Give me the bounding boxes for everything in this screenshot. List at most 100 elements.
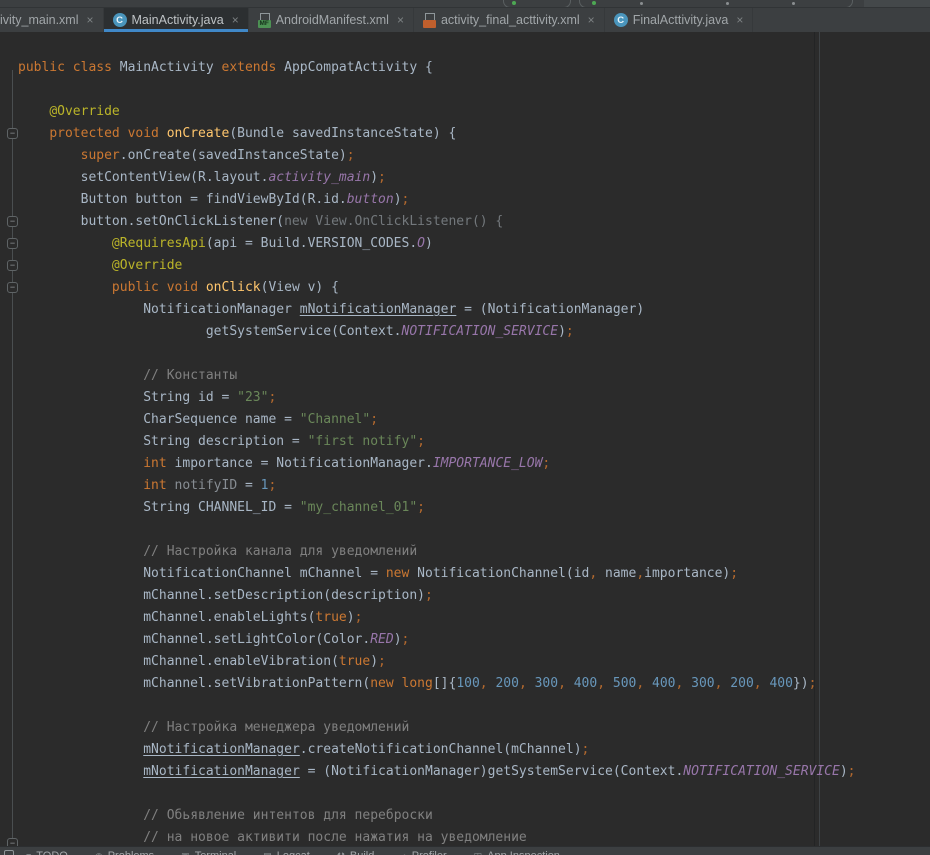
code-line: public class MainActivity extends AppCom…	[18, 57, 856, 79]
tab-bar: ivity_main.xml × C MainActivity.java × MF Andr…	[0, 8, 930, 32]
code-line	[18, 79, 856, 101]
fold-marker-icon[interactable]: −	[7, 216, 18, 227]
toolwindow-label: Profiler	[412, 850, 447, 855]
code-line: String id = "23";	[18, 387, 856, 409]
java-class-icon: C	[614, 13, 628, 27]
code-line: NotificationChannel mChannel = new Notif…	[18, 563, 856, 585]
code-line: Button button = findViewById(R.id.button…	[18, 189, 856, 211]
tab-label: AndroidManifest.xml	[276, 13, 389, 27]
code-line: String description = "first notify";	[18, 431, 856, 453]
fold-marker-icon[interactable]: −	[7, 260, 18, 271]
editor-tab-3[interactable]: MF AndroidManifest.xml ×	[249, 8, 414, 32]
fold-marker-icon[interactable]: −	[7, 282, 18, 293]
code-line: // Обьявление интентов для переброски	[18, 805, 856, 827]
bottom-bar-items: ≡ TODO ◉ Problems ▣ Terminal ▤ Logcat ⚒ Build ◔ Pro…	[0, 847, 930, 855]
code-line: @Override	[18, 101, 856, 123]
code-line: CharSequence name = "Channel";	[18, 409, 856, 431]
code-line: mChannel.setVibrationPattern(new long[]{…	[18, 673, 856, 695]
code-line: getSystemService(Context.NOTIFICATION_SE…	[18, 321, 856, 343]
code-line: // Настройка канала для уведомлений	[18, 541, 856, 563]
close-tab-icon[interactable]: ×	[232, 13, 239, 27]
fold-marker-icon[interactable]: −	[7, 128, 18, 139]
code-line	[18, 695, 856, 717]
code-line: NotificationManager mNotificationManager…	[18, 299, 856, 321]
tab-label: ivity_main.xml	[0, 13, 79, 27]
run-status-dot-icon	[592, 1, 596, 5]
run-status-dot-icon	[512, 1, 516, 5]
code-line: // Настройка менеджера уведомлений	[18, 717, 856, 739]
code-line: public void onClick(View v) {	[18, 277, 856, 299]
close-tab-icon[interactable]: ×	[736, 13, 743, 27]
code-line: super.onCreate(savedInstanceState);	[18, 145, 856, 167]
code-line: setContentView(R.layout.activity_main);	[18, 167, 856, 189]
tab-label: FinalActtivity.java	[633, 13, 729, 27]
code-line: mChannel.enableLights(true);	[18, 607, 856, 629]
code-line	[18, 783, 856, 805]
editor-tab-5[interactable]: C FinalActtivity.java ×	[605, 8, 754, 32]
app-inspection-icon: ◫	[474, 851, 483, 855]
toolwindow-button-logcat[interactable]: ▤ Logcat	[263, 850, 310, 855]
toolbar-dot-icon	[640, 2, 643, 5]
fold-marker-icon[interactable]: −	[7, 838, 18, 846]
close-tab-icon[interactable]: ×	[397, 13, 404, 27]
code-line: protected void onCreate(Bundle savedInst…	[18, 123, 856, 145]
toolwindow-label: Terminal	[195, 850, 237, 855]
close-tab-icon[interactable]: ×	[87, 13, 94, 27]
code-line: int importance = NotificationManager.IMP…	[18, 453, 856, 475]
editor-pane[interactable]: public class MainActivity extends AppCom…	[0, 32, 930, 846]
toolwindow-button-app-inspection[interactable]: ◫ App Inspection	[474, 850, 560, 855]
code-line: mChannel.enableVibration(true);	[18, 651, 856, 673]
toolwindow-button-terminal[interactable]: ▣ Terminal	[181, 850, 236, 855]
close-tab-icon[interactable]: ×	[588, 13, 595, 27]
code-line: @Override	[18, 255, 856, 277]
android-manifest-icon: MF	[258, 13, 271, 28]
toolwindow-label: TODO	[36, 850, 68, 855]
code-line: // на новое активити после нажатия на ув…	[18, 827, 856, 846]
code-line	[18, 519, 856, 541]
toolwindow-label: Logcat	[277, 850, 310, 855]
code-line	[18, 343, 856, 365]
editor-tab-1[interactable]: ivity_main.xml ×	[0, 8, 104, 32]
code-line: mChannel.setLightColor(Color.RED);	[18, 629, 856, 651]
toolbar-dot-icon	[792, 2, 795, 5]
gutter-fold-line	[12, 70, 13, 846]
main-toolbar	[0, 0, 930, 8]
layout-xml-icon	[423, 13, 436, 28]
problems-icon: ◉	[95, 851, 103, 855]
todo-icon: ≡	[26, 851, 31, 855]
code-line: mNotificationManager = (NotificationMana…	[18, 761, 856, 783]
toolwindow-button-todo[interactable]: ≡ TODO	[26, 850, 68, 855]
terminal-icon: ▣	[181, 851, 190, 855]
toolwindow-label: App Inspection	[487, 850, 560, 855]
logcat-icon: ▤	[263, 851, 272, 855]
toolbar-right-area	[864, 0, 930, 7]
tab-label: MainActivity.java	[132, 13, 224, 27]
code-line: mNotificationManager.createNotificationC…	[18, 739, 856, 761]
toolwindow-button-problems[interactable]: ◉ Problems	[95, 850, 154, 855]
code-line: // Константы	[18, 365, 856, 387]
fold-marker-icon[interactable]: −	[7, 238, 18, 249]
toolwindow-label: Build	[350, 850, 374, 855]
toolwindow-label: Problems	[108, 850, 154, 855]
editor-tab-2[interactable]: C MainActivity.java ×	[104, 8, 249, 32]
device-selector-button[interactable]	[503, 0, 571, 8]
run-configuration-button[interactable]	[579, 0, 853, 8]
code-line: mChannel.setDescription(description);	[18, 585, 856, 607]
toolwindow-button-build[interactable]: ⚒ Build	[337, 850, 375, 855]
code-line: @RequiresApi(api = Build.VERSION_CODES.O…	[18, 233, 856, 255]
profiler-icon: ◔	[401, 851, 406, 855]
tab-label: activity_final_acttivity.xml	[441, 13, 580, 27]
build-icon: ⚒	[337, 851, 345, 855]
manifest-badge-icon: MF	[258, 20, 271, 28]
toolbar-dot-icon	[726, 2, 729, 5]
editor-tab-4[interactable]: activity_final_acttivity.xml ×	[414, 8, 605, 32]
toolwindow-button-profiler[interactable]: ◔ Profiler	[401, 850, 446, 855]
code-line: String CHANNEL_ID = "my_channel_01";	[18, 497, 856, 519]
bottom-tool-window-bar: ≡ TODO ◉ Problems ▣ Terminal ▤ Logcat ⚒ Build ◔ Pro…	[0, 846, 930, 855]
code-line: int notifyID = 1;	[18, 475, 856, 497]
layout-badge-icon	[423, 20, 436, 28]
code-area[interactable]: public class MainActivity extends AppCom…	[18, 57, 856, 846]
code-line: button.setOnClickListener(new View.OnCli…	[18, 211, 856, 233]
tool-window-corner-icon[interactable]	[4, 850, 14, 855]
java-class-icon: C	[113, 13, 127, 27]
